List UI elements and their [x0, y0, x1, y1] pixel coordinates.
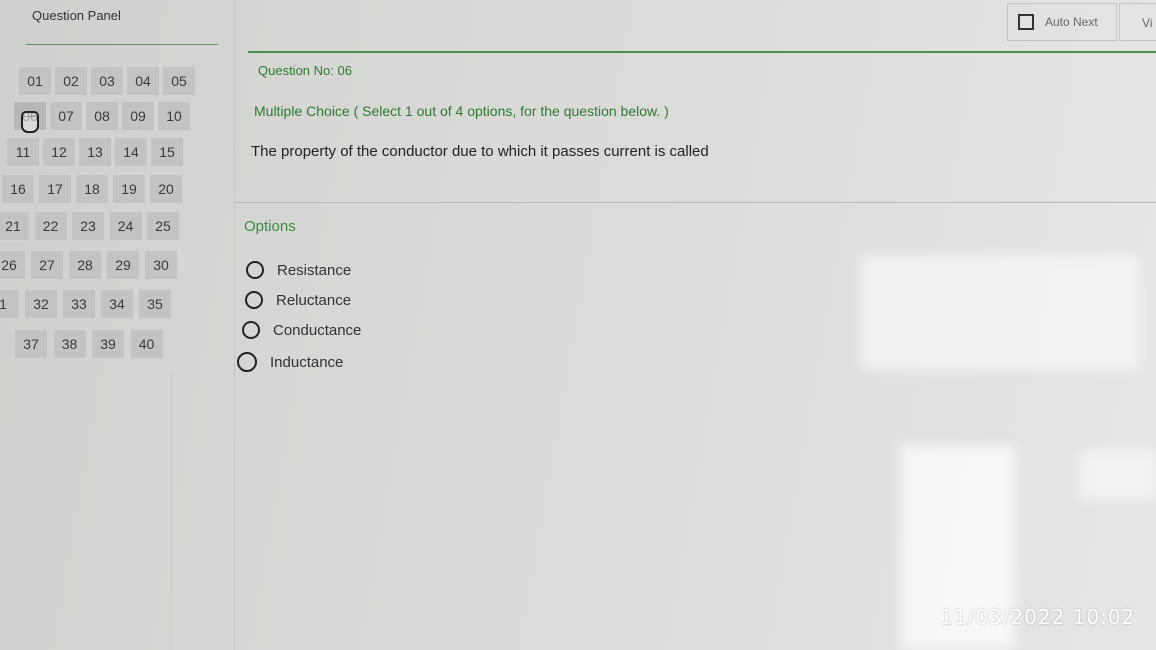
auto-next-label: Auto Next [1045, 15, 1098, 29]
divider [248, 51, 1156, 53]
question-nav-button[interactable]: 12 [42, 137, 76, 167]
question-nav-button[interactable]: 1 [0, 289, 20, 319]
question-nav-button[interactable]: 32 [24, 289, 58, 319]
question-nav-button[interactable]: 28 [68, 250, 102, 280]
auto-next-toggle[interactable]: Auto Next [1007, 3, 1117, 41]
question-nav-button[interactable]: 08 [85, 101, 119, 131]
question-nav-button[interactable]: 19 [112, 174, 146, 204]
question-nav-button[interactable]: 09 [121, 101, 155, 131]
question-nav-button[interactable]: 11 [6, 137, 40, 167]
question-nav-button[interactable]: 15 [150, 137, 184, 167]
question-nav-button[interactable]: 24 [108, 211, 143, 241]
photo-timestamp: 11/03/2022 10:02 [940, 605, 1136, 629]
divider [171, 370, 172, 650]
option-resistance[interactable]: Resistance [246, 261, 351, 279]
question-nav-button[interactable]: 18 [75, 174, 109, 204]
option-label: Reluctance [276, 291, 352, 309]
view-button[interactable]: Vi [1119, 3, 1156, 41]
light-glare [860, 255, 1140, 370]
radio-button[interactable] [237, 352, 257, 372]
option-label: Resistance [277, 261, 352, 279]
radio-button[interactable] [242, 321, 260, 339]
question-nav-button[interactable]: 17 [38, 174, 72, 204]
question-nav-button[interactable]: 33 [62, 289, 96, 319]
option-label: Conductance [273, 321, 362, 339]
question-nav-button[interactable]: 40 [129, 329, 164, 359]
question-panel: Question Panel 0102030405060708091011121… [0, 0, 235, 650]
checkbox-icon[interactable] [1018, 14, 1034, 30]
option-reluctance[interactable]: Reluctance [245, 291, 351, 309]
question-nav-button[interactable]: 23 [71, 211, 105, 241]
question-number: Question No: 06 [258, 63, 352, 78]
question-nav-button[interactable]: 16 [1, 174, 35, 204]
question-nav-button[interactable]: 39 [91, 329, 125, 359]
question-nav-button[interactable]: 37 [14, 329, 48, 359]
question-nav-button[interactable]: 04 [126, 66, 160, 96]
radio-button[interactable] [246, 261, 264, 279]
question-nav-button[interactable]: 29 [106, 250, 140, 280]
question-nav-button[interactable]: 22 [33, 211, 68, 241]
question-nav-button[interactable]: 07 [49, 101, 83, 131]
options-heading: Options [244, 218, 296, 235]
question-nav-button[interactable]: 35 [138, 289, 172, 319]
question-nav-button[interactable]: 34 [100, 289, 134, 319]
radio-button[interactable] [245, 291, 263, 309]
question-nav-button[interactable]: 25 [146, 211, 180, 241]
question-nav-button[interactable]: 21 [0, 211, 30, 241]
question-text: The property of the conductor due to whi… [251, 143, 709, 160]
question-nav-button[interactable]: 38 [52, 329, 87, 359]
option-inductance[interactable]: Inductance [237, 352, 343, 372]
question-nav-button[interactable]: 02 [54, 66, 88, 96]
panel-title: Question Panel [32, 8, 121, 23]
question-nav-button[interactable]: 03 [90, 66, 124, 96]
question-nav-button[interactable]: 10 [157, 101, 191, 131]
question-nav-button[interactable]: 27 [30, 250, 64, 280]
question-nav-button[interactable]: 26 [0, 250, 26, 280]
option-conductance[interactable]: Conductance [242, 321, 361, 339]
hand-cursor-icon [21, 111, 39, 133]
question-type: Multiple Choice ( Select 1 out of 4 opti… [254, 103, 669, 119]
light-glare [1080, 450, 1156, 500]
divider [26, 44, 218, 45]
question-nav-button[interactable]: 30 [144, 250, 178, 280]
question-nav-button[interactable]: 14 [114, 137, 148, 167]
question-nav-button[interactable]: 13 [78, 137, 112, 167]
option-label: Inductance [270, 353, 344, 371]
divider [234, 202, 1156, 203]
question-nav-button[interactable]: 01 [18, 66, 52, 96]
question-nav-button[interactable]: 05 [162, 66, 196, 96]
question-nav-button[interactable]: 20 [149, 174, 183, 204]
